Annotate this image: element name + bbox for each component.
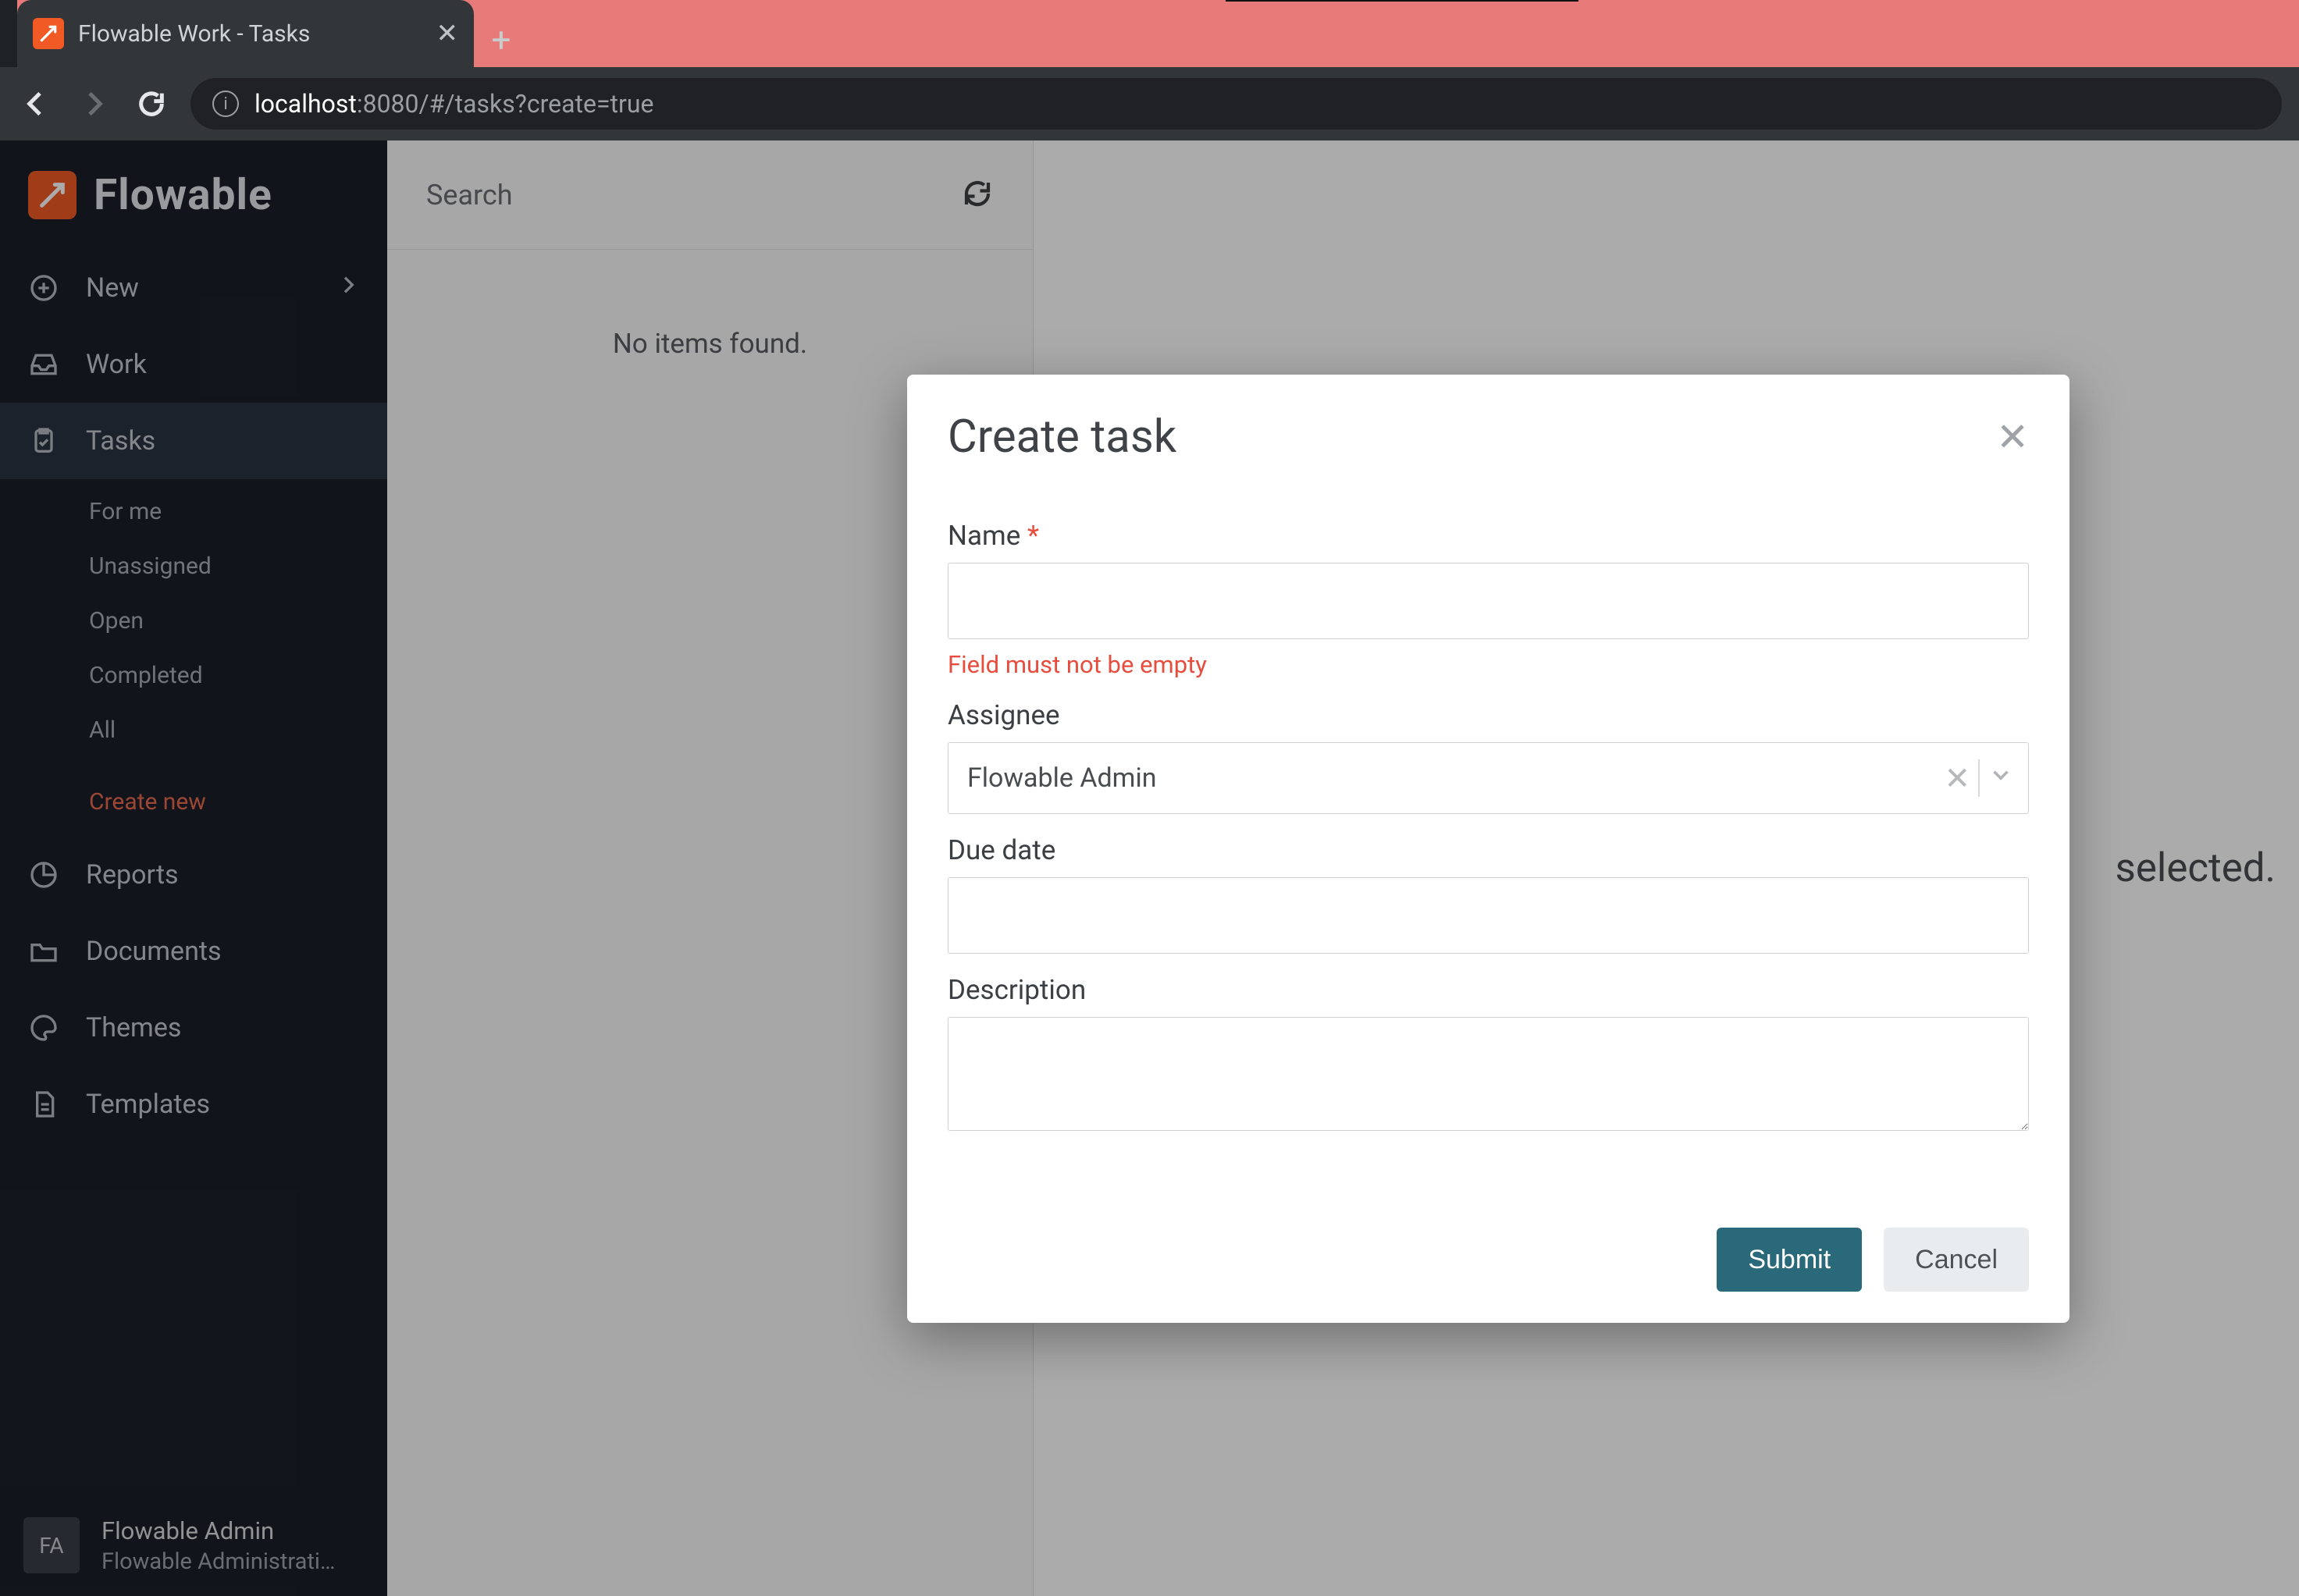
- browser-address-bar: i localhost:8080/#/tasks?create=true: [0, 67, 2299, 140]
- separator: [1978, 759, 1980, 797]
- due-date-input[interactable]: [948, 877, 2029, 954]
- tab-close-icon[interactable]: ✕: [436, 18, 459, 49]
- new-tab-button[interactable]: +: [474, 12, 528, 67]
- create-task-modal: Create task ✕ Name * Field must not be e…: [907, 375, 2069, 1323]
- chevron-down-icon[interactable]: [1988, 762, 2014, 795]
- submit-button[interactable]: Submit: [1717, 1228, 1862, 1292]
- url-text: localhost:8080/#/tasks?create=true: [254, 89, 653, 119]
- back-button[interactable]: [17, 85, 55, 123]
- name-label: Name *: [948, 520, 2029, 552]
- tabstrip-background: [528, 0, 2299, 67]
- omnibox[interactable]: i localhost:8080/#/tasks?create=true: [190, 78, 2282, 130]
- assignee-select[interactable]: Flowable Admin ✕: [948, 742, 2029, 814]
- modal-close-icon[interactable]: ✕: [1996, 414, 2029, 460]
- modal-title: Create task: [948, 411, 1176, 464]
- assignee-value: Flowable Admin: [967, 762, 1157, 794]
- browser-tab-title: Flowable Work - Tasks: [78, 20, 422, 48]
- forward-button[interactable]: [75, 85, 112, 123]
- assignee-label: Assignee: [948, 699, 2029, 731]
- flowable-favicon-icon: [33, 18, 64, 49]
- tabstrip-spacer: [0, 0, 17, 67]
- assignee-clear-icon[interactable]: ✕: [1944, 760, 1970, 797]
- cancel-button[interactable]: Cancel: [1884, 1228, 2029, 1292]
- browser-tabstrip: Flowable Work - Tasks ✕ +: [0, 0, 2299, 67]
- site-info-icon[interactable]: i: [212, 91, 239, 117]
- browser-tab-active[interactable]: Flowable Work - Tasks ✕: [17, 0, 474, 67]
- due-date-label: Due date: [948, 834, 2029, 866]
- name-input[interactable]: [948, 563, 2029, 639]
- name-error-text: Field must not be empty: [948, 650, 2029, 679]
- description-textarea[interactable]: [948, 1017, 2029, 1131]
- reload-button[interactable]: [133, 85, 170, 123]
- description-label: Description: [948, 974, 2029, 1006]
